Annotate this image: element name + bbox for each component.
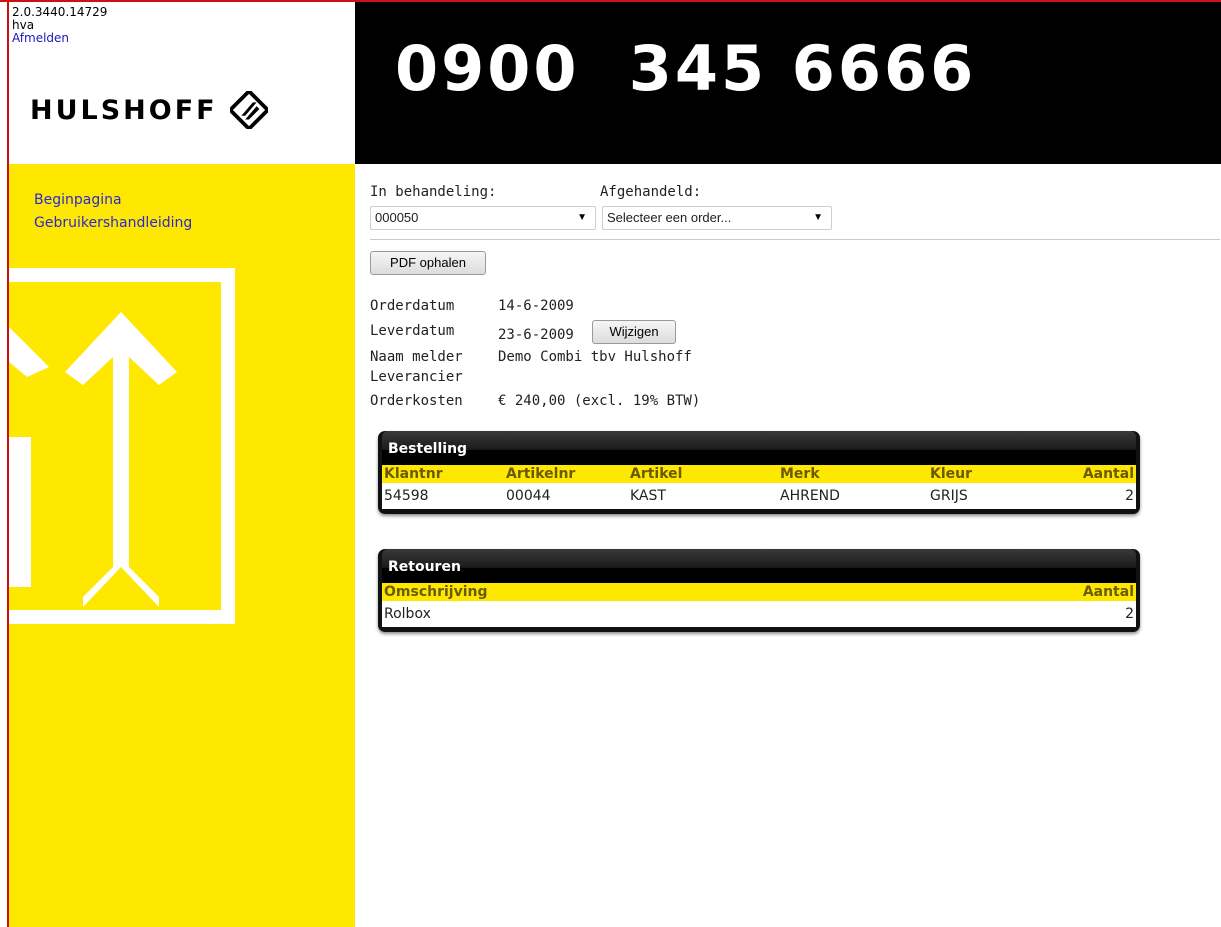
cell-omschrijving: Rolbox (384, 606, 431, 622)
afgehandeld-select[interactable]: Selecteer een order... ▼ (602, 206, 832, 230)
cell-klantnr: 54598 (384, 488, 429, 504)
sidebar-nav: Beginpagina Gebruikershandleiding (34, 189, 192, 235)
column-header-aantal: Aantal (1052, 465, 1136, 483)
pdf-ophalen-button[interactable]: PDF ophalen (370, 251, 486, 275)
arrows-decoration-icon (9, 268, 235, 624)
dropdown-arrow-icon: ▼ (813, 212, 823, 223)
orderkosten-label: Orderkosten (370, 393, 463, 409)
nav-link-gebruikershandleiding[interactable]: Gebruikershandleiding (34, 212, 192, 235)
cell-aantal: 2 (1125, 606, 1134, 622)
column-header-klantnr: Klantnr (382, 465, 504, 483)
sidebar: Beginpagina Gebruikershandleiding (9, 164, 355, 927)
retouren-table: Omschrijving Aantal Rolbox 2 (382, 583, 1136, 627)
in-behandeling-label: In behandeling: (370, 184, 497, 200)
cell-artikel: KAST (630, 488, 666, 504)
column-header-omschrijving: Omschrijving (382, 583, 881, 601)
leverdatum-value: 23-6-2009 (498, 327, 574, 343)
column-header-merk: Merk (778, 465, 928, 483)
column-header-aantal: Aantal (880, 583, 1136, 601)
orderdatum-value: 14-6-2009 (498, 298, 574, 314)
logo-text: HULSHOFF (30, 94, 218, 126)
divider (370, 239, 1220, 240)
leverdatum-label: Leverdatum (370, 323, 455, 339)
leverancier-label: Leverancier (370, 369, 463, 385)
afgehandeld-value: Selecteer een order... (607, 210, 732, 225)
phone-number: 0900 345 6666 (395, 32, 977, 105)
bestelling-title: Bestelling (382, 431, 1136, 465)
retouren-title: Retouren (382, 549, 1136, 583)
phone-banner: 0900 345 6666 (355, 2, 1221, 164)
bestelling-panel: Bestelling Klantnr Artikelnr Artikel Mer… (378, 431, 1140, 514)
table-header-row: Omschrijving Aantal (382, 583, 1136, 601)
table-row: Rolbox 2 (382, 601, 1136, 627)
naam-melder-value: Demo Combi tbv Hulshoff (498, 349, 692, 365)
column-header-kleur: Kleur (928, 465, 1052, 483)
cell-kleur: GRIJS (930, 488, 968, 504)
logout-link[interactable]: Afmelden (12, 32, 107, 45)
wijzigen-button[interactable]: Wijzigen (592, 320, 676, 344)
in-behandeling-select[interactable]: 000050 ▼ (370, 206, 596, 230)
retouren-panel: Retouren Omschrijving Aantal Rolbox 2 (378, 549, 1140, 632)
afgehandeld-label: Afgehandeld: (600, 184, 702, 200)
cell-merk: AHREND (780, 488, 840, 504)
column-header-artikelnr: Artikelnr (504, 465, 628, 483)
session-info: 2.0.3440.14729 hva Afmelden (12, 6, 107, 45)
hulshoff-logo: HULSHOFF (30, 90, 268, 130)
nav-link-beginpagina[interactable]: Beginpagina (34, 189, 192, 212)
table-row: 54598 00044 KAST AHREND GRIJS 2 (382, 483, 1136, 509)
cell-aantal: 2 (1125, 488, 1134, 504)
logo-mark-icon (229, 91, 268, 129)
column-header-artikel: Artikel (628, 465, 778, 483)
bestelling-table: Klantnr Artikelnr Artikel Merk Kleur Aan… (382, 465, 1136, 509)
table-header-row: Klantnr Artikelnr Artikel Merk Kleur Aan… (382, 465, 1136, 483)
naam-melder-label: Naam melder (370, 349, 463, 365)
dropdown-arrow-icon: ▼ (577, 212, 587, 223)
in-behandeling-value: 000050 (375, 210, 419, 225)
orderdatum-label: Orderdatum (370, 298, 455, 314)
orderkosten-value: € 240,00 (excl. 19% BTW) (498, 393, 701, 409)
cell-artikelnr: 00044 (506, 488, 551, 504)
